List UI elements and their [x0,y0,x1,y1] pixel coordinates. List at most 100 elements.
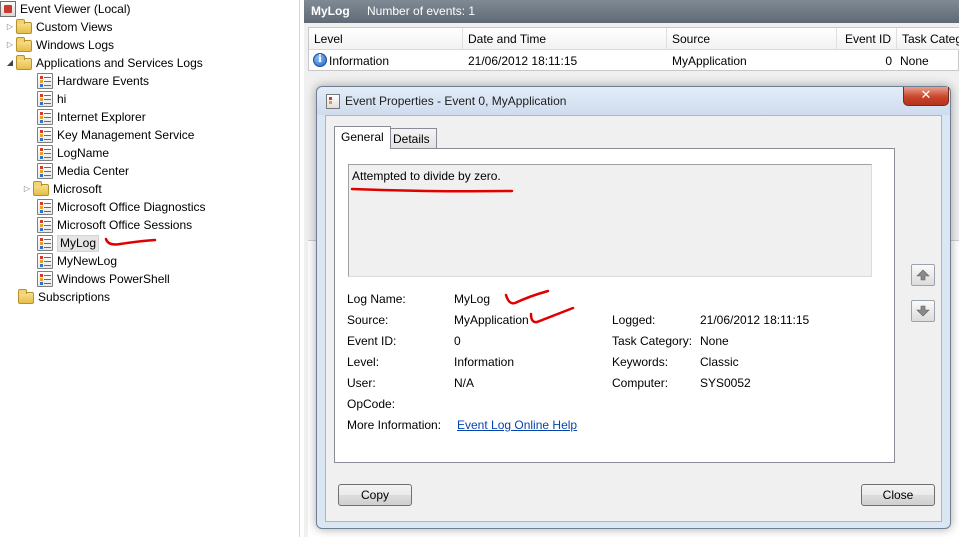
cell-task-category: None [900,54,929,68]
subscriptions-icon [18,289,34,304]
arrow-up-icon [916,269,930,281]
event-properties-dialog: Event Properties - Event 0, MyApplicatio… [316,86,951,529]
tree-item-label: Hardware Events [57,74,150,88]
cell-source: MyApplication [672,54,747,68]
tab-details[interactable]: Details [386,128,437,148]
tree-item-media-center[interactable]: Media Center [37,162,129,180]
logged-label: Logged: [612,313,656,327]
event-log-icon [326,94,340,109]
close-button[interactable]: Close [861,484,935,506]
arrow-down-icon [916,305,930,317]
event-count: Number of events: 1 [367,4,476,18]
tree-item-label: Internet Explorer [57,110,146,124]
tree-item-windows-powershell[interactable]: Windows PowerShell [37,270,170,288]
tree-item-label: hi [57,92,67,106]
keywords-label: Keywords: [612,355,669,369]
close-window-button[interactable]: ✕ [903,87,949,106]
tab-general[interactable]: General [334,126,391,149]
navigation-tree: Event Viewer (Local) ▷ Custom Views ▷ Wi… [0,0,300,537]
cell-date-time: 21/06/2012 18:11:15 [468,54,578,68]
dialog-body: General Details Attempted to divide by z… [325,115,942,522]
events-grid: Level Date and Time Source Event ID Task… [308,27,959,71]
task-category-value: None [700,334,729,348]
level-label: Level: [347,355,380,369]
previous-event-button[interactable] [911,264,935,286]
collapse-arrow-icon[interactable]: ◢ [4,54,16,72]
tree-item-label: Media Center [57,164,130,178]
tree-item-event-viewer[interactable]: Event Viewer (Local) [0,0,131,18]
tree-item-label: Windows Logs [36,38,115,52]
task-category-label: Task Category: [612,334,693,348]
user-value: N/A [454,376,475,390]
opcode-label: OpCode: [347,397,396,411]
event-id-value: 0 [454,334,461,348]
tree-item-internet-explorer[interactable]: Internet Explorer [37,108,146,126]
event-description[interactable]: Attempted to divide by zero. [348,164,872,277]
computer-value: SYS0052 [700,376,751,390]
tree-item-label: MyLog [57,234,100,252]
tree-item-mylog[interactable]: MyLog [37,234,100,252]
log-icon [37,253,53,269]
next-event-button[interactable] [911,300,935,322]
source-label: Source: [347,313,389,327]
general-panel: Attempted to divide by zero. Log Name: M… [334,148,895,463]
log-icon [37,145,53,161]
tree-item-office-diagnostics[interactable]: Microsoft Office Diagnostics [37,198,206,216]
folder-icon [16,19,32,34]
dialog-title: Event Properties - Event 0, MyApplicatio… [345,94,567,108]
expand-arrow-icon[interactable]: ▷ [4,18,16,36]
tree-item-custom-views[interactable]: ▷ Custom Views [4,18,112,36]
information-icon: i [313,53,327,67]
column-header-event-id[interactable]: Event ID [837,28,897,50]
column-header-source[interactable]: Source [667,28,837,50]
event-log-help-link[interactable]: Event Log Online Help [457,418,577,432]
cell-level: Information [329,54,390,68]
log-icon [37,163,53,179]
copy-button[interactable]: Copy [338,484,412,506]
tree-item-hardware-events[interactable]: Hardware Events [37,72,149,90]
log-icon [37,199,53,215]
event-id-label: Event ID: [347,334,397,348]
tree-item-applications-services-logs[interactable]: ◢ Applications and Services Logs [4,54,203,72]
cell-event-id: 0 [885,54,892,68]
tree-item-office-sessions[interactable]: Microsoft Office Sessions [37,216,192,234]
folder-icon [16,37,32,52]
dialog-title-bar[interactable]: Event Properties - Event 0, MyApplicatio… [317,87,950,115]
event-viewer-icon [0,1,16,17]
tree-item-label: Microsoft Office Diagnostics [57,200,206,214]
tree-item-label: Key Management Service [57,128,195,142]
tree-item-subscriptions[interactable]: Subscriptions [18,288,110,306]
folder-icon [33,181,49,196]
log-title: MyLog [311,4,350,18]
log-icon [37,217,53,233]
log-icon [37,127,53,143]
tree-item-windows-logs[interactable]: ▷ Windows Logs [4,36,114,54]
log-name-label: Log Name: [347,292,406,306]
expand-arrow-icon[interactable]: ▷ [21,180,33,198]
logged-value: 21/06/2012 18:11:15 [700,313,810,327]
log-icon [37,91,53,107]
tree-item-label: LogName [57,146,110,160]
tree-item-label: Microsoft [53,182,102,196]
tree-item-hi[interactable]: hi [37,90,66,108]
expand-arrow-icon[interactable]: ▷ [4,36,16,54]
log-icon [37,235,53,251]
tree-item-mynewlog[interactable]: MyNewLog [37,252,117,270]
tree-item-label: Microsoft Office Sessions [57,218,193,232]
tree-item-microsoft[interactable]: ▷ Microsoft [21,180,102,198]
tree-item-label: Event Viewer (Local) [20,2,131,16]
computer-label: Computer: [612,376,669,390]
tree-item-key-management-service[interactable]: Key Management Service [37,126,194,144]
tree-item-label: MyNewLog [57,254,118,268]
column-header-date-time[interactable]: Date and Time [463,28,667,50]
log-icon [37,73,53,89]
log-icon [37,271,53,287]
tree-item-label: Custom Views [36,20,113,34]
log-name-value: MyLog [454,292,491,306]
tree-item-label: Applications and Services Logs [36,56,203,70]
folder-icon [16,55,32,70]
tree-item-logname[interactable]: LogName [37,144,109,162]
column-header-task-category[interactable]: Task Category [897,28,959,50]
log-header-bar: MyLog Number of events: 1 [304,0,959,23]
column-header-level[interactable]: Level [309,28,463,50]
